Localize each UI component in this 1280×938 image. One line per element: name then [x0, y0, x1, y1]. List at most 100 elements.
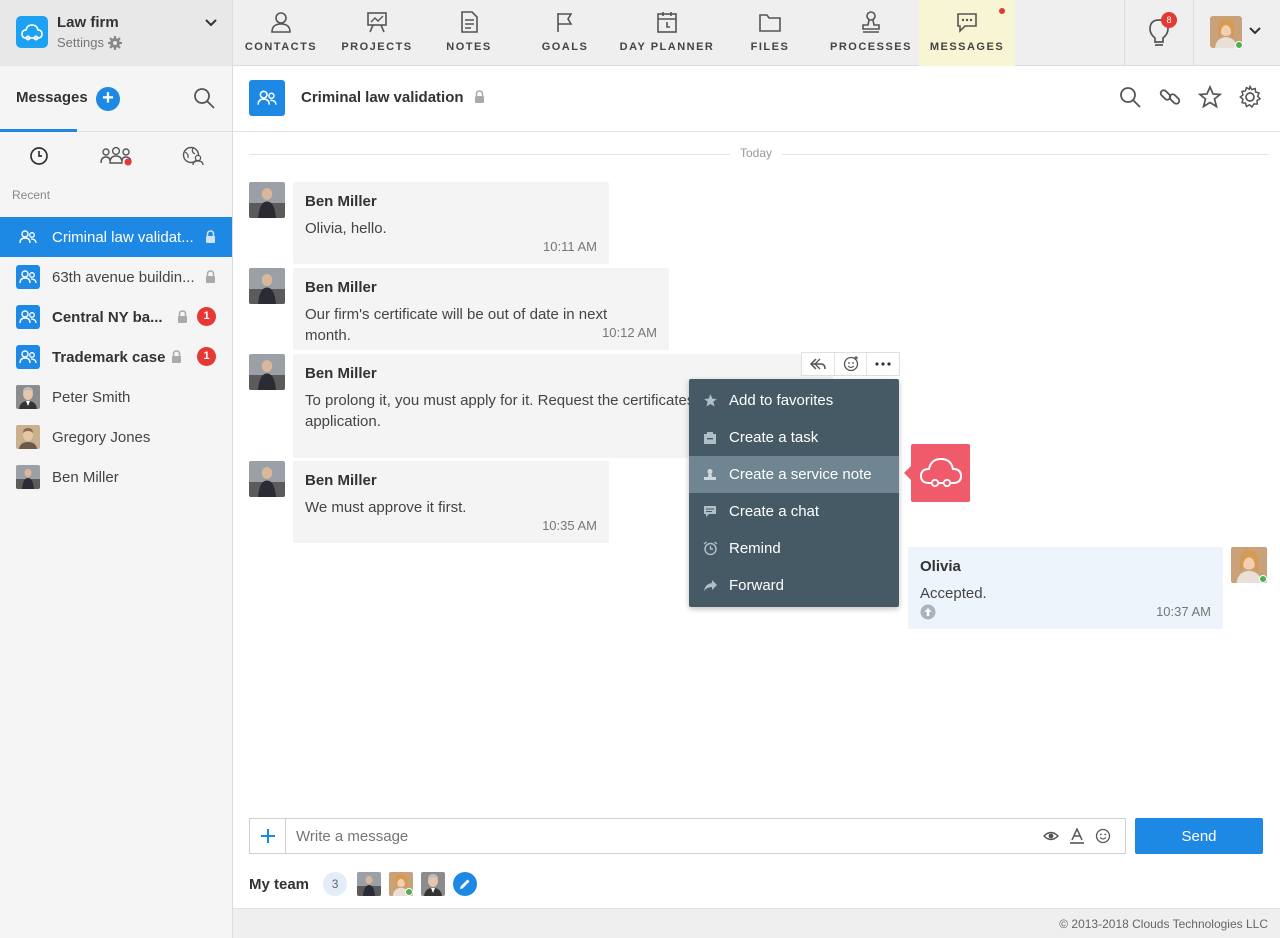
- avatar: [249, 182, 285, 218]
- chat-item-criminal-law[interactable]: Criminal law validat...: [0, 217, 232, 257]
- top-bar: Law firm Settings CONTACTS PROJECTS NOTE…: [0, 0, 1280, 66]
- more-actions-button[interactable]: [867, 353, 899, 375]
- task-icon: [702, 430, 718, 446]
- avatar: [249, 268, 285, 304]
- avatar[interactable]: [389, 872, 414, 896]
- online-status-dot: [1259, 575, 1267, 583]
- nav-contacts[interactable]: CONTACTS: [233, 0, 329, 66]
- settings-link[interactable]: Settings: [57, 35, 122, 50]
- nav-label: CONTACTS: [244, 41, 318, 53]
- message-author: Ben Miller: [305, 472, 377, 489]
- menu-item-label: Remind: [729, 540, 781, 557]
- menu-item-create-chat[interactable]: Create a chat: [689, 493, 899, 530]
- nav-notes[interactable]: NOTES: [425, 0, 513, 66]
- team-count-badge: 3: [323, 872, 348, 896]
- organization-switcher[interactable]: Law firm Settings: [0, 0, 233, 66]
- search-icon[interactable]: [1118, 85, 1142, 109]
- folder-icon: [759, 14, 781, 32]
- messages-sidebar: Messages + Recent Criminal law validat..…: [0, 66, 233, 938]
- group-chat-icon: [16, 265, 40, 289]
- text-format-icon[interactable]: [1069, 828, 1085, 844]
- add-chat-button[interactable]: +: [96, 87, 120, 111]
- link-icon[interactable]: [1158, 85, 1182, 109]
- message-composer: [249, 818, 1126, 854]
- ellipsis-icon: [875, 362, 891, 366]
- message-bubble[interactable]: Ben Miller Our firm's certificate will b…: [293, 268, 669, 350]
- menu-item-remind[interactable]: Remind: [689, 530, 899, 567]
- chat-name: Gregory Jones: [52, 428, 151, 446]
- group-chat-icon: [16, 225, 40, 249]
- star-icon[interactable]: [1198, 85, 1222, 109]
- search-icon[interactable]: [192, 86, 216, 110]
- emoji-icon[interactable]: [1095, 828, 1111, 844]
- send-button[interactable]: Send: [1135, 818, 1263, 854]
- add-reaction-button[interactable]: [835, 353, 868, 375]
- online-status-dot: [405, 888, 414, 896]
- day-label: Today: [730, 146, 783, 160]
- eye-icon[interactable]: [1043, 828, 1059, 844]
- menu-item-forward[interactable]: Forward: [689, 567, 899, 604]
- chat-header: Criminal law validation: [233, 66, 1280, 132]
- message-time: 10:37 AM: [1156, 604, 1211, 619]
- clock-icon[interactable]: [29, 146, 49, 166]
- nav-day-planner[interactable]: DAY PLANNER: [617, 0, 717, 66]
- avatar[interactable]: [357, 872, 382, 896]
- message-text: Accepted.: [920, 585, 987, 602]
- copyright-text: © 2013-2018 Clouds Technologies LLC: [1059, 917, 1268, 931]
- settings-label: Settings: [57, 35, 104, 50]
- reply-button[interactable]: [802, 353, 835, 375]
- lock-icon: [206, 230, 215, 243]
- nav-label: NOTES: [446, 41, 492, 53]
- nav-goals[interactable]: GOALS: [513, 0, 617, 66]
- message-time: 10:35 AM: [542, 518, 597, 533]
- note-icon: [461, 11, 478, 33]
- group-icon[interactable]: [100, 146, 134, 166]
- message-bubble[interactable]: Ben Miller Olivia, hello. 10:11 AM: [293, 182, 609, 264]
- message-bubble[interactable]: Olivia Accepted. 10:37 AM: [908, 547, 1223, 629]
- chat-item-ben-miller[interactable]: Ben Miller: [0, 457, 232, 497]
- avatar: [16, 385, 40, 409]
- menu-item-create-task[interactable]: Create a task: [689, 419, 899, 456]
- chat-toolbar: [1118, 85, 1262, 109]
- message-input[interactable]: [296, 828, 996, 845]
- nav-projects[interactable]: PROJECTS: [329, 0, 425, 66]
- service-note-tooltip: [904, 444, 970, 502]
- attach-button[interactable]: [250, 819, 286, 853]
- menu-item-label: Create a task: [729, 429, 819, 446]
- chat-item-central-ny[interactable]: Central NY ba... 1: [0, 297, 232, 337]
- nav-processes[interactable]: PROCESSES: [823, 0, 919, 66]
- chat-list: Criminal law validat... 63th avenue buil…: [0, 217, 232, 497]
- gear-icon[interactable]: [1238, 85, 1262, 109]
- chat-name: Central NY ba...: [52, 308, 163, 326]
- organization-name: Law firm: [57, 14, 119, 31]
- footer: © 2013-2018 Clouds Technologies LLC: [233, 908, 1280, 938]
- chat-item-63th-avenue[interactable]: 63th avenue buildin...: [0, 257, 232, 297]
- edit-team-button[interactable]: [453, 872, 478, 896]
- nav-messages[interactable]: MESSAGES: [919, 0, 1015, 66]
- chevron-down-icon[interactable]: [1248, 24, 1262, 38]
- avatar[interactable]: [421, 872, 446, 896]
- chat-panel: Criminal law validation Today Ben Miller…: [233, 66, 1280, 938]
- person-icon: [271, 12, 291, 33]
- message-author: Ben Miller: [305, 279, 377, 296]
- chat-item-trademark-case[interactable]: Trademark case 1: [0, 337, 232, 377]
- cloud-logo-icon: [16, 16, 48, 48]
- nav-label: PROCESSES: [830, 41, 912, 53]
- reply-icon: [809, 358, 826, 370]
- message-text: We must approve it first.: [305, 499, 467, 516]
- avatar: [249, 461, 285, 497]
- nav-label: FILES: [750, 41, 790, 53]
- chevron-down-icon[interactable]: [204, 16, 218, 30]
- menu-item-label: Add to favorites: [729, 392, 834, 409]
- team-bar: My team 3: [249, 869, 478, 899]
- menu-item-add-to-favorites[interactable]: Add to favorites: [689, 382, 899, 419]
- chat-item-peter-smith[interactable]: Peter Smith: [0, 377, 232, 417]
- global-contacts-icon[interactable]: [182, 146, 204, 166]
- menu-item-create-service-note[interactable]: Create a service note: [689, 456, 899, 493]
- chat-item-gregory-jones[interactable]: Gregory Jones: [0, 417, 232, 457]
- nav-files[interactable]: FILES: [717, 0, 823, 66]
- message-bubble[interactable]: Ben Miller We must approve it first. 10:…: [293, 461, 609, 543]
- notifications-button[interactable]: 8: [1124, 0, 1194, 66]
- stamp-icon: [702, 467, 718, 483]
- menu-item-label: Create a chat: [729, 503, 820, 520]
